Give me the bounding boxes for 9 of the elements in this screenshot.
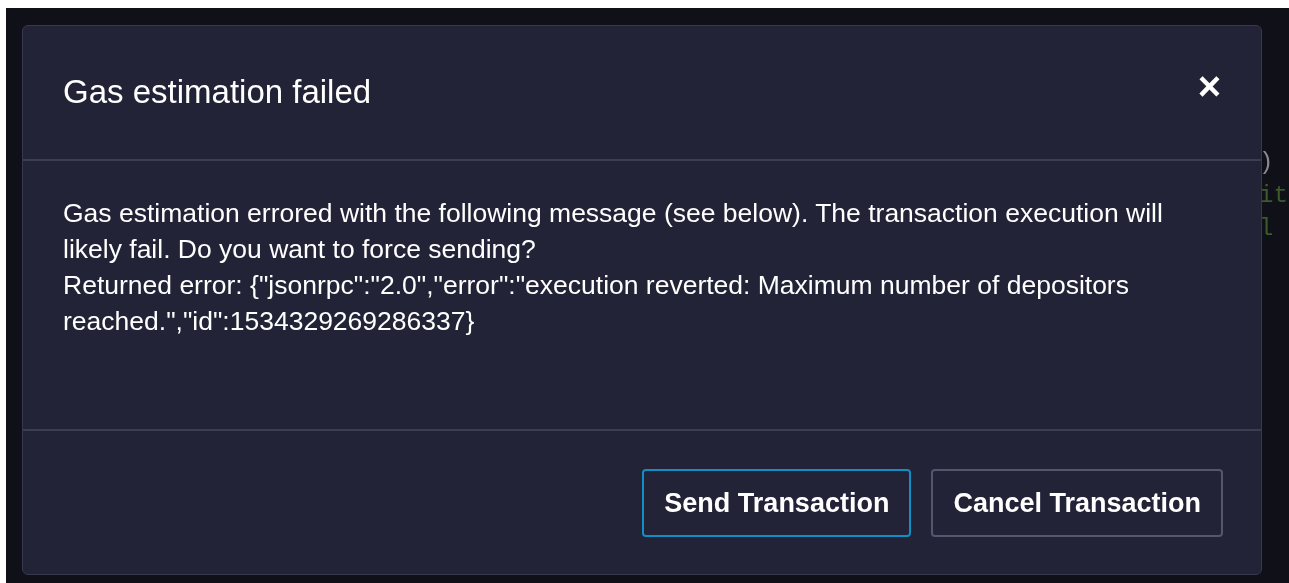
code-text: it bbox=[1259, 181, 1289, 211]
code-text: l bbox=[1259, 214, 1275, 244]
dialog-title: Gas estimation failed bbox=[63, 72, 372, 112]
dialog-button[interactable]: Send Transaction bbox=[642, 469, 912, 537]
dialog-button[interactable]: Cancel Transaction bbox=[931, 469, 1223, 537]
close-button[interactable]: × bbox=[1197, 66, 1221, 106]
warning-message: Gas estimation errored with the following message (see below). The transaction execution will likely fail. Do you want to force sending? bbox=[63, 197, 1164, 266]
code-text: ) bbox=[1259, 148, 1275, 178]
error-message: Returned error: {"jsonrpc":"2.0","error":"execution reverted: Maximum number of depositors reached.","id":1534329269286337} bbox=[63, 269, 1130, 338]
